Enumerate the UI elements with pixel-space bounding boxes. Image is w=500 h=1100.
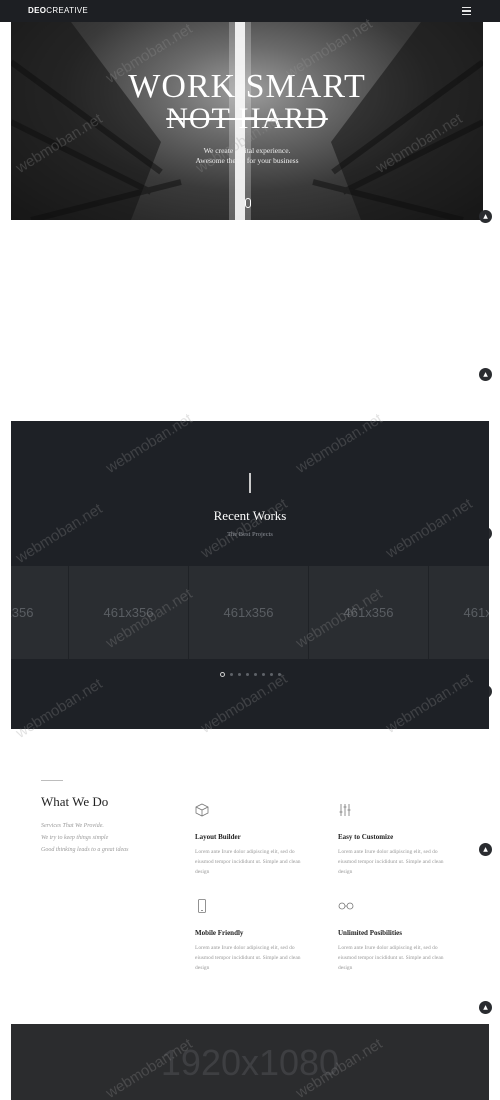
scroll-top-button[interactable]: ▲ bbox=[479, 843, 492, 856]
desc-line: Good thinking leads to a great ideas bbox=[41, 847, 129, 853]
carousel-slide[interactable]: 461x356 bbox=[429, 566, 489, 659]
feature-text: Lorem ante Irure dolor adipiscing elit, … bbox=[195, 849, 301, 875]
feature-text: Lorem ante Irure dolor adipiscing elit, … bbox=[338, 849, 444, 875]
feature-title: Layout Builder bbox=[195, 833, 241, 841]
hero-banner: WORK SMART NOT HARD We create digital ex… bbox=[11, 22, 483, 220]
what-we-do-description: Services That We Provide. We try to keep… bbox=[41, 820, 171, 856]
site-logo[interactable]: DEOCREATIVE bbox=[28, 6, 88, 15]
feature-text: Lorem ante Irure dolor adipiscing elit, … bbox=[338, 945, 444, 971]
hero-subtitle-line-1: We create digital experience. bbox=[203, 146, 291, 155]
hero-subtitle-line-2: Awesome theme for your business bbox=[195, 156, 299, 165]
top-navbar: DEOCREATIVE bbox=[0, 0, 500, 22]
section-divider bbox=[249, 473, 251, 493]
cube-icon bbox=[195, 803, 209, 817]
recent-works-section: Recent Works The Best Projects 461x356 4… bbox=[11, 421, 489, 729]
carousel-pagination bbox=[11, 672, 489, 677]
feature-title: Unlimited Posibilities bbox=[338, 929, 402, 937]
hero-subtitle: We create digital experience. Awesome th… bbox=[11, 146, 483, 166]
sliders-icon bbox=[339, 804, 351, 816]
carousel-dot[interactable] bbox=[253, 673, 257, 676]
recent-works-title: Recent Works bbox=[213, 508, 287, 523]
carousel-dot[interactable] bbox=[261, 673, 265, 676]
carousel-slide[interactable]: 461x356 bbox=[11, 566, 69, 659]
carousel-slide[interactable]: 461x356 bbox=[189, 566, 309, 659]
carousel-dot[interactable] bbox=[219, 672, 225, 677]
feature-text: Lorem ante Irure dolor adipiscing elit, … bbox=[195, 945, 301, 971]
placeholder-label: 1920x1080 bbox=[160, 1042, 340, 1083]
carousel-dot[interactable] bbox=[229, 673, 233, 676]
what-we-do-title: What We Do bbox=[41, 794, 109, 809]
glasses-icon bbox=[338, 902, 354, 910]
scroll-top-button[interactable]: ▲ bbox=[479, 368, 492, 381]
desc-line: We try to keep things simple bbox=[41, 835, 109, 841]
carousel-slide[interactable]: 461x356 bbox=[309, 566, 429, 659]
carousel-dot[interactable] bbox=[269, 673, 273, 676]
feature-title: Easy to Customize bbox=[338, 833, 394, 841]
placeholder-image: 1920x1080 bbox=[11, 1024, 489, 1100]
works-carousel[interactable]: 461x356 461x356 461x356 461x356 461x356 bbox=[11, 566, 489, 659]
carousel-slide[interactable]: 461x356 bbox=[69, 566, 189, 659]
mobile-icon bbox=[198, 899, 206, 913]
scroll-top-button[interactable]: ▲ bbox=[479, 210, 492, 223]
scroll-mouse-icon[interactable] bbox=[245, 198, 251, 208]
carousel-dot[interactable] bbox=[237, 673, 241, 676]
recent-works-subtitle: The Best Projects bbox=[227, 531, 273, 538]
hero-title-strikethrough: NOT HARD bbox=[166, 102, 328, 135]
section-divider bbox=[41, 780, 63, 781]
feature-title: Mobile Friendly bbox=[195, 929, 244, 937]
carousel-dot[interactable] bbox=[277, 673, 281, 676]
hero-title: WORK SMART bbox=[128, 68, 366, 105]
scroll-top-button[interactable]: ▲ bbox=[479, 1001, 492, 1014]
carousel-dot[interactable] bbox=[245, 673, 249, 676]
hamburger-menu-icon[interactable] bbox=[462, 7, 471, 15]
desc-line: Services That We Provide. bbox=[41, 823, 104, 829]
